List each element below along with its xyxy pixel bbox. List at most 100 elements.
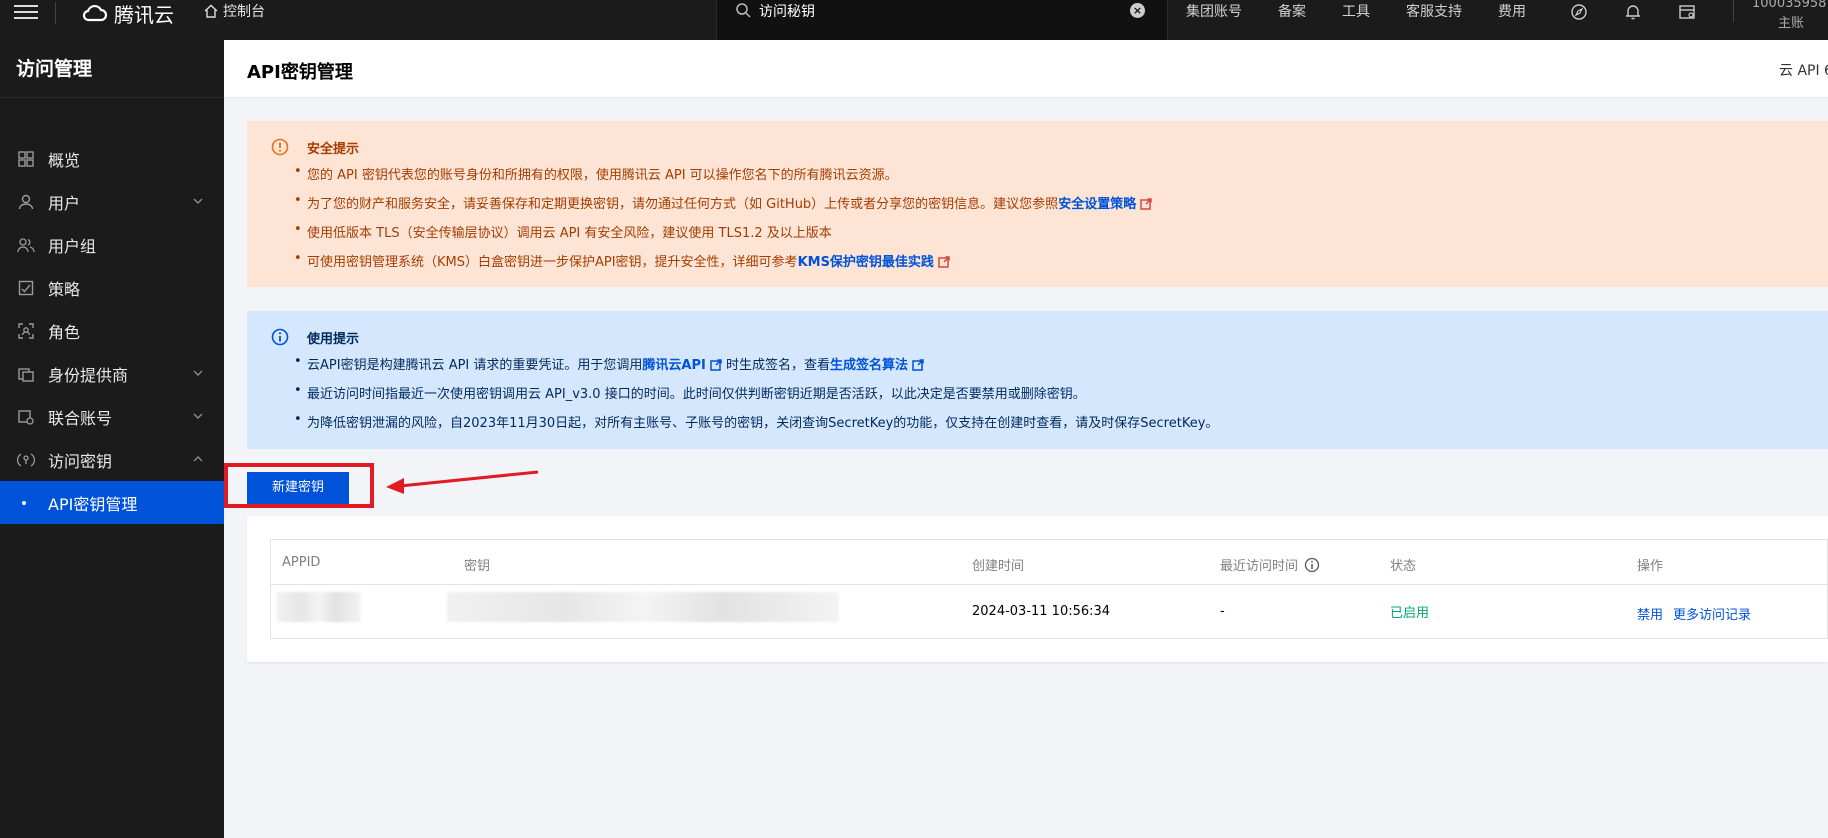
info-icon[interactable] bbox=[1304, 557, 1320, 573]
notice-item: 云API密钥是构建腾讯云 API 请求的重要凭证。用于您调用腾讯云API 时生成… bbox=[294, 354, 924, 373]
sidebar-item-label: 用户组 bbox=[48, 236, 97, 256]
account-id: 100035958 bbox=[1752, 0, 1827, 11]
search-icon bbox=[736, 3, 751, 18]
redacted-appid bbox=[277, 592, 361, 622]
nav-filing[interactable]: 备案 bbox=[1278, 1, 1306, 21]
signature-algorithm-link[interactable]: 生成签名算法 bbox=[830, 358, 908, 373]
sidebar-item-policies[interactable]: 策略 bbox=[0, 266, 224, 309]
external-link-icon[interactable] bbox=[1140, 198, 1152, 210]
bell-icon[interactable] bbox=[1624, 3, 1642, 21]
grid-icon bbox=[16, 150, 36, 167]
nav-group-account[interactable]: 集团账号 bbox=[1186, 1, 1242, 21]
cloud-api-link[interactable]: 云 API 6 bbox=[1779, 60, 1828, 80]
security-policy-link[interactable]: 安全设置策略 bbox=[1058, 197, 1136, 212]
bullet-icon bbox=[22, 500, 26, 505]
sidebar-item-label: API密钥管理 bbox=[48, 494, 138, 514]
sidebar-item-identity-providers[interactable]: 身份提供商 bbox=[0, 352, 224, 395]
users-icon bbox=[16, 237, 36, 253]
column-label: 最近访问时间 bbox=[1220, 559, 1299, 574]
notice-item: 为降低密钥泄漏的风险，自2023年11月30日起，对所有主账号、子账号的密钥，关… bbox=[294, 412, 1218, 431]
compass-icon[interactable] bbox=[1570, 3, 1588, 21]
divider bbox=[1733, 0, 1734, 22]
role-icon bbox=[16, 322, 36, 339]
notice-text: 可使用密钥管理系统（KMS）白盒密钥进一步保护API密钥，提升安全性，详细可参考 bbox=[307, 255, 798, 270]
federated-account-icon bbox=[16, 409, 36, 425]
page-header: API密钥管理 云 API 6 bbox=[224, 40, 1828, 98]
notice-item: 可使用密钥管理系统（KMS）白盒密钥进一步保护API密钥，提升安全性，详细可参考… bbox=[294, 251, 950, 270]
notice-title: 使用提示 bbox=[307, 332, 360, 347]
sidebar-item-label: 用户 bbox=[48, 193, 81, 213]
search-input[interactable] bbox=[759, 0, 1119, 22]
top-bar: 腾讯云 控制台 × 集团账号 备案 工具 客服支持 费用 100035958 主… bbox=[0, 0, 1828, 40]
chevron-down-icon bbox=[193, 413, 203, 419]
top-nav: 集团账号 备案 工具 客服支持 费用 bbox=[1186, 0, 1562, 22]
notice-text: 云API密钥是构建腾讯云 API 请求的重要凭证。用于您调用 bbox=[307, 358, 643, 373]
external-link-icon[interactable] bbox=[938, 256, 950, 268]
more-access-records-link[interactable]: 更多访问记录 bbox=[1673, 604, 1751, 623]
nav-tools[interactable]: 工具 bbox=[1342, 1, 1370, 21]
nav-billing[interactable]: 费用 bbox=[1498, 1, 1526, 21]
sidebar-item-users[interactable]: 用户 bbox=[0, 180, 224, 223]
sidebar-item-label: 访问密钥 bbox=[48, 451, 113, 471]
sidebar-item-roles[interactable]: 角色 bbox=[0, 309, 224, 352]
sidebar-item-user-groups[interactable]: 用户组 bbox=[0, 223, 224, 266]
sidebar-item-label: 角色 bbox=[48, 322, 81, 342]
chevron-down-icon bbox=[193, 198, 203, 204]
disable-link[interactable]: 禁用 bbox=[1637, 604, 1663, 623]
sidebar: 访问管理 概览 用户 用户组 策略 角色 身份提供商 联合账号 访问密钥 API… bbox=[0, 40, 224, 838]
brand-logo[interactable]: 腾讯云 bbox=[82, 0, 174, 27]
notice-item: 您的 API 密钥代表您的账号身份和所拥有的权限，使用腾讯云 API 可以操作您… bbox=[294, 164, 898, 183]
sidebar-item-access-keys[interactable]: 访问密钥 bbox=[0, 438, 224, 481]
sidebar-title: 访问管理 bbox=[16, 58, 93, 80]
last-access-time: - bbox=[1220, 604, 1225, 619]
home-icon bbox=[204, 4, 218, 18]
redacted-key bbox=[447, 592, 839, 622]
divider bbox=[0, 97, 224, 98]
table-header: APPID 密钥 创建时间 最近访问时间 状态 操作 bbox=[271, 540, 1827, 585]
user-icon bbox=[16, 194, 36, 210]
external-link-icon[interactable] bbox=[710, 359, 722, 371]
sidebar-item-overview[interactable]: 概览 bbox=[0, 137, 224, 180]
top-icons bbox=[1570, 0, 1696, 24]
brand-name: 腾讯云 bbox=[114, 2, 174, 27]
menu-icon[interactable] bbox=[14, 1, 38, 23]
column-actions: 操作 bbox=[1637, 559, 1664, 574]
sidebar-item-label: 策略 bbox=[48, 279, 81, 299]
notice-item: 为了您的财产和服务安全，请妥善保存和定期更换密钥，请勿通过任何方式（如 GitH… bbox=[294, 193, 1152, 212]
status-badge: 已启用 bbox=[1390, 606, 1430, 621]
kms-best-practice-link[interactable]: KMS保护密钥最佳实践 bbox=[798, 255, 934, 270]
identity-provider-icon bbox=[16, 366, 36, 382]
annotation-arrow-icon bbox=[386, 470, 539, 494]
external-link-icon[interactable] bbox=[912, 359, 924, 371]
divider bbox=[55, 2, 56, 24]
sidebar-item-label: 联合账号 bbox=[48, 408, 113, 428]
sidebar-item-api-key-management[interactable]: API密钥管理 bbox=[0, 481, 224, 524]
created-time: 2024-03-11 10:56:34 bbox=[972, 604, 1111, 619]
page-title: API密钥管理 bbox=[247, 62, 353, 83]
tencent-cloud-api-link[interactable]: 腾讯云API bbox=[642, 358, 705, 373]
column-last-access: 最近访问时间 bbox=[1220, 555, 1320, 574]
nav-support[interactable]: 客服支持 bbox=[1406, 1, 1462, 21]
policy-icon bbox=[16, 280, 36, 296]
column-status: 状态 bbox=[1390, 559, 1417, 574]
console-link[interactable]: 控制台 bbox=[204, 0, 265, 22]
clear-search-icon[interactable]: × bbox=[1130, 3, 1145, 18]
chevron-up-icon bbox=[193, 456, 203, 462]
cart-icon[interactable] bbox=[1678, 3, 1696, 21]
search-box: × bbox=[716, 0, 1168, 40]
notice-text: 为了您的财产和服务安全，请妥善保存和定期更换密钥，请勿通过任何方式（如 GitH… bbox=[307, 197, 1059, 212]
column-key: 密钥 bbox=[464, 559, 491, 574]
chevron-down-icon bbox=[193, 370, 203, 376]
usage-notice: 使用提示 云API密钥是构建腾讯云 API 请求的重要凭证。用于您调用腾讯云AP… bbox=[247, 311, 1828, 449]
account-role: 主账 bbox=[1778, 16, 1805, 31]
info-icon bbox=[271, 328, 289, 346]
cloud-icon bbox=[82, 4, 108, 22]
security-notice: 安全提示 您的 API 密钥代表您的账号身份和所拥有的权限，使用腾讯云 API … bbox=[247, 121, 1828, 287]
warning-icon bbox=[271, 138, 289, 156]
console-label: 控制台 bbox=[223, 4, 265, 20]
sidebar-item-federated-accounts[interactable]: 联合账号 bbox=[0, 395, 224, 438]
notice-item: 使用低版本 TLS（安全传输层协议）调用云 API 有安全风险，建议使用 TLS… bbox=[294, 222, 832, 241]
account-menu[interactable]: 100035958 主账 bbox=[1752, 0, 1826, 34]
annotation-highlight-box bbox=[224, 463, 374, 508]
notice-title: 安全提示 bbox=[307, 142, 360, 157]
